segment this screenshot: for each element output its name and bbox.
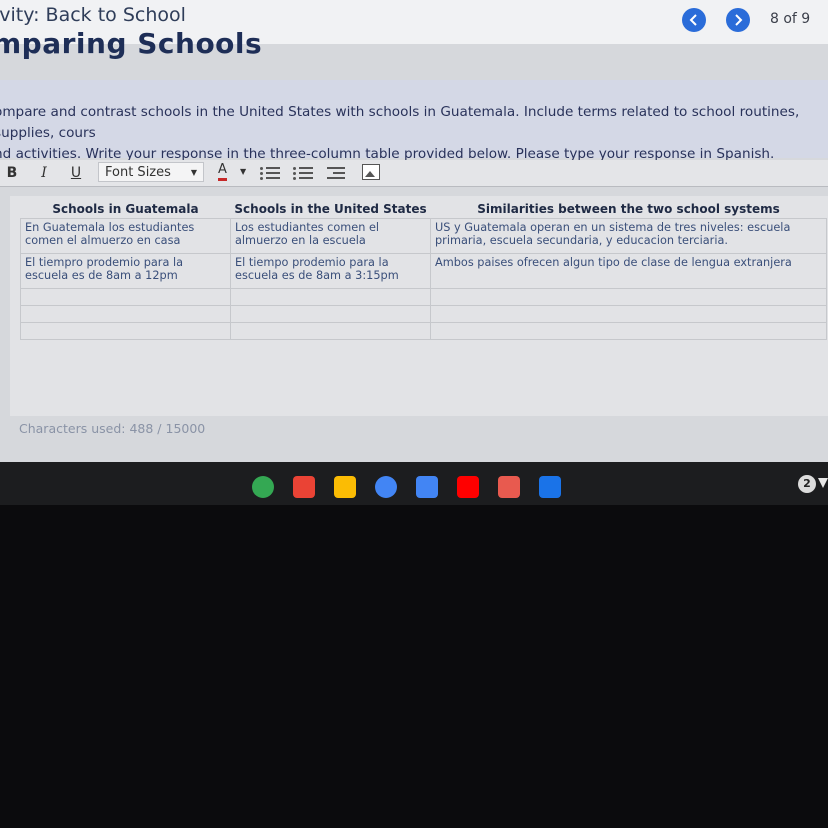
character-count: Characters used: 488 / 15000 <box>19 421 205 436</box>
numbered-list-icon <box>293 167 296 170</box>
table-row <box>20 305 827 323</box>
drive-icon[interactable] <box>252 476 274 498</box>
table-row <box>20 322 827 340</box>
docs-icon[interactable] <box>416 476 438 498</box>
table-row: El tiempro prodemio para la escuela es d… <box>20 253 827 289</box>
column-header: Schools in the United States <box>234 202 427 216</box>
table-cell[interactable] <box>430 322 827 340</box>
prompt-line-1: ompare and contrast schools in the Unite… <box>0 104 800 141</box>
screencast-icon[interactable] <box>498 476 520 498</box>
screen: ivity: Back to School 8 of 9 mparing Sch… <box>0 0 828 505</box>
notification-badge[interactable]: 2 <box>798 475 816 493</box>
indent-icon <box>327 167 345 169</box>
previous-page-button[interactable] <box>682 8 706 32</box>
font-color-label: A <box>218 162 227 181</box>
bulleted-list-button[interactable] <box>260 164 282 182</box>
font-size-select[interactable]: Font Sizes ▼ <box>98 162 204 182</box>
table-cell[interactable] <box>430 305 827 323</box>
prompt-text: ompare and contrast schools in the Unite… <box>0 102 828 165</box>
table-cell[interactable] <box>20 305 231 323</box>
response-table[interactable]: Schools in Guatemala Schools in the Unit… <box>20 200 827 340</box>
chevron-down-icon: ▼ <box>190 168 197 177</box>
font-size-label: Font Sizes <box>105 165 171 180</box>
table-cell[interactable] <box>430 288 827 306</box>
bullet-list-icon <box>260 167 263 170</box>
character-count-value: 488 / 15000 <box>129 421 206 436</box>
table-cell[interactable] <box>20 322 231 340</box>
underline-button[interactable]: U <box>68 160 84 186</box>
files-icon[interactable] <box>539 476 561 498</box>
chevron-down-icon: ▼ <box>240 167 247 176</box>
chevron-right-icon <box>735 14 743 26</box>
indent-button[interactable] <box>325 164 347 182</box>
table-cell[interactable]: El tiempro prodemio para la escuela es d… <box>20 253 231 289</box>
editor-toolbar: B I U Font Sizes ▼ A ▼ <box>0 160 828 187</box>
numbered-list-button[interactable] <box>293 164 315 182</box>
chevron-left-icon <box>689 14 697 26</box>
page-counter: 8 of 9 <box>770 11 811 27</box>
table-header-row: Schools in Guatemala Schools in the Unit… <box>21 200 827 219</box>
youtube-icon[interactable] <box>457 476 479 498</box>
insert-image-button[interactable] <box>362 164 380 180</box>
italic-button[interactable]: I <box>36 160 52 186</box>
table-cell[interactable]: Los estudiantes comen el almuerzo en la … <box>230 218 431 254</box>
column-header: Similarities between the two school syst… <box>477 202 780 216</box>
prompt-panel: ompare and contrast schools in the Unite… <box>0 80 828 162</box>
bold-button[interactable]: B <box>4 160 20 186</box>
font-color-button[interactable]: A ▼ <box>212 162 252 182</box>
column-header: Schools in Guatemala <box>52 202 199 216</box>
table-cell[interactable]: Ambos paises ofrecen algun tipo de clase… <box>430 253 827 289</box>
table-cell[interactable] <box>20 288 231 306</box>
table-cell[interactable] <box>230 322 431 340</box>
page-title: mparing Schools <box>0 27 263 60</box>
table-row: En Guatemala los estudiantes comen el al… <box>20 218 827 254</box>
table-row <box>20 288 827 306</box>
wifi-icon <box>818 478 828 488</box>
table-cell[interactable] <box>230 288 431 306</box>
google-drive-icon[interactable] <box>334 476 356 498</box>
table-cell[interactable]: El tiempo prodemio para la escuela es de… <box>230 253 431 289</box>
table-cell[interactable] <box>230 305 431 323</box>
activity-title: ivity: Back to School <box>0 4 186 26</box>
table-cell[interactable]: En Guatemala los estudiantes comen el al… <box>20 218 231 254</box>
table-cell[interactable]: US y Guatemala operan en un sistema de t… <box>430 218 827 254</box>
character-count-label: Characters used: <box>19 421 126 436</box>
next-page-button[interactable] <box>726 8 750 32</box>
chrome-icon[interactable] <box>375 476 397 498</box>
os-shelf <box>0 462 828 505</box>
gmail-icon[interactable] <box>293 476 315 498</box>
response-editor[interactable]: Schools in Guatemala Schools in the Unit… <box>10 196 828 416</box>
